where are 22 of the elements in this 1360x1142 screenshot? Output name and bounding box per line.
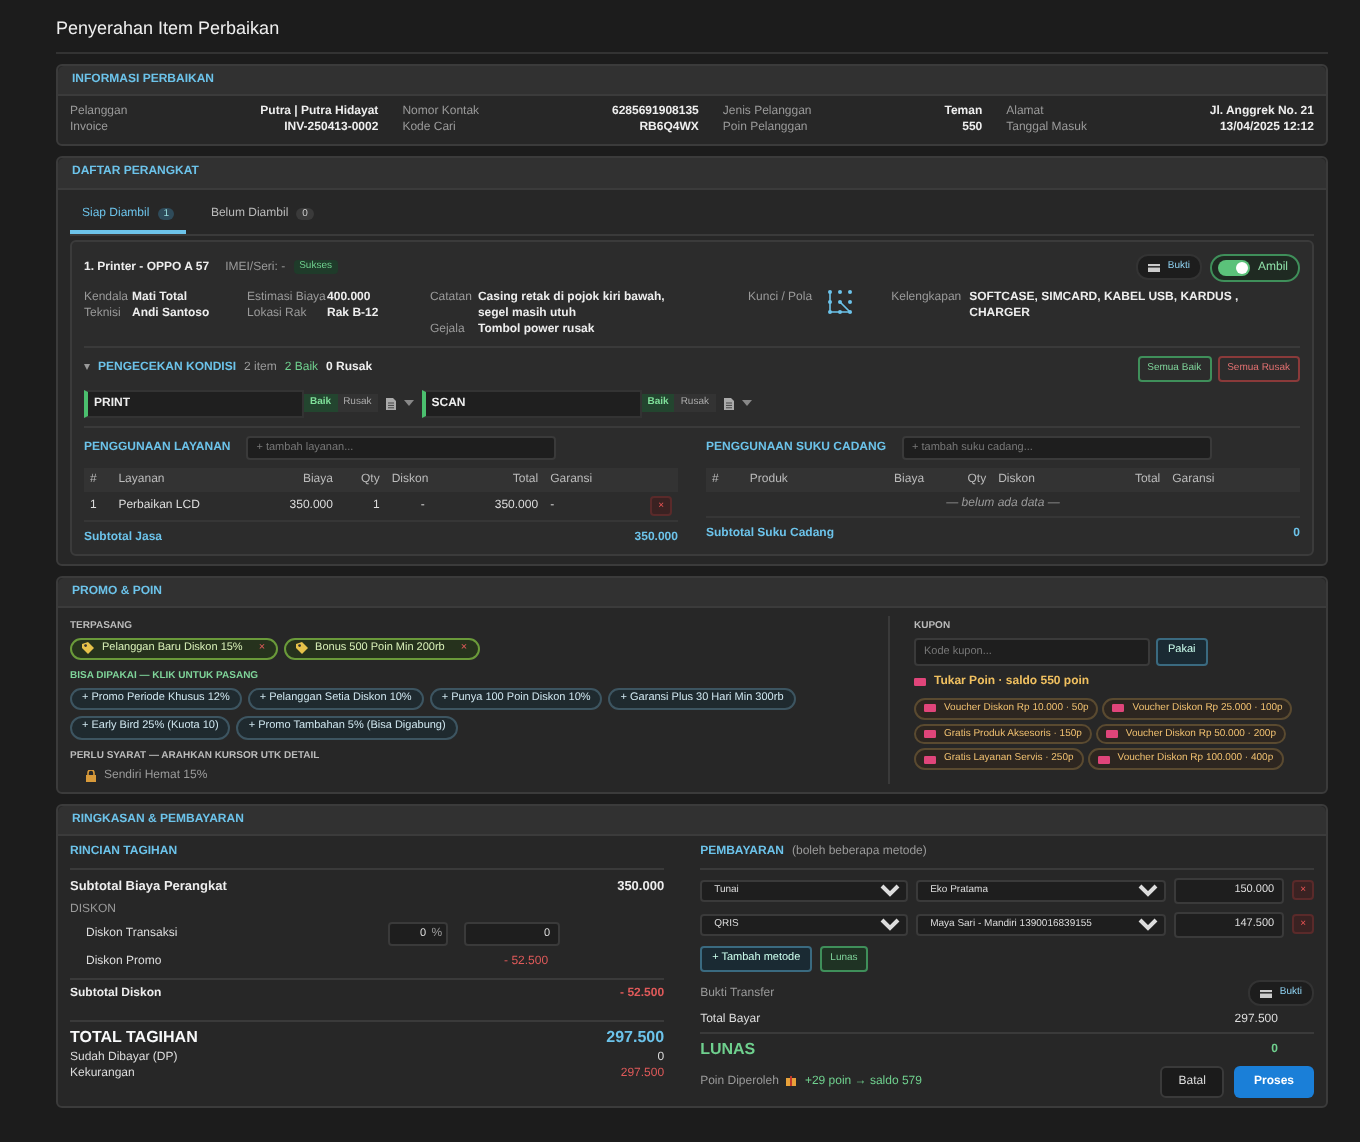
- ticket-icon: [1097, 755, 1110, 764]
- lock-icon: [86, 769, 96, 782]
- ticket-icon: [924, 755, 936, 764]
- page-title: Penyerahan Item Perbaikan: [56, 10, 1328, 55]
- pattern-lock-icon: [828, 289, 853, 314]
- caret-icon: [741, 400, 751, 407]
- document-icon: [385, 397, 396, 410]
- caret-icon: [403, 400, 414, 407]
- summary-value: 297.500: [606, 1027, 665, 1050]
- ticket-icon: [1105, 729, 1118, 738]
- summary-label: LUNAS: [700, 1040, 756, 1062]
- ticket-icon: [924, 704, 936, 713]
- gift-icon: [786, 1076, 797, 1087]
- card-icon: [1147, 263, 1160, 272]
- card-icon: [1259, 989, 1272, 998]
- document-icon: [723, 397, 733, 410]
- summary-label: TOTAL TAGIHAN: [70, 1027, 198, 1050]
- ticket-icon: [1112, 704, 1125, 713]
- ticket-icon: [914, 677, 926, 686]
- ticket-icon: [924, 729, 936, 738]
- tag-icon: [295, 642, 308, 655]
- tag-icon: [82, 642, 94, 655]
